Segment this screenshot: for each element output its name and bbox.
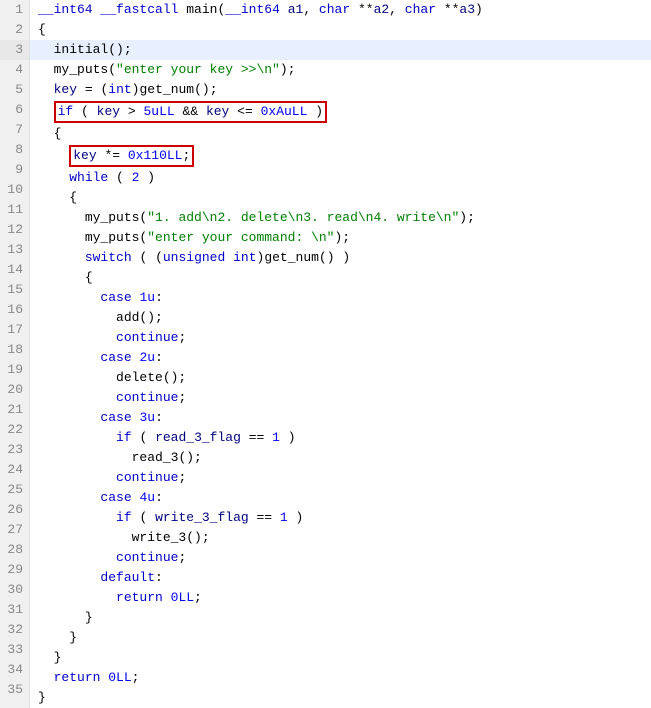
line-num-2: 2 <box>0 20 29 40</box>
code-line-30: return 0LL; <box>30 588 651 608</box>
line-num-33: 33 <box>0 640 29 660</box>
code-line-13: switch ( (unsigned int)get_num() ) <box>30 248 651 268</box>
code-line-9: while ( 2 ) <box>30 168 651 188</box>
line-num-12: 12 <box>0 220 29 240</box>
code-content: __int64 __fastcall main(__int64 a1, char… <box>30 0 651 708</box>
line-num-6: 6 <box>0 100 29 120</box>
code-line-34: return 0LL; <box>30 668 651 688</box>
code-line-23: read_3(); <box>30 448 651 468</box>
line-num-16: 16 <box>0 300 29 320</box>
line-num-27: 27 <box>0 520 29 540</box>
line-num-1: 1 <box>0 0 29 20</box>
line-num-9: 9 <box>0 160 29 180</box>
line-num-18: 18 <box>0 340 29 360</box>
line-num-28: 28 <box>0 540 29 560</box>
code-line-2: { <box>30 20 651 40</box>
code-line-17: continue; <box>30 328 651 348</box>
code-line-8: key *= 0x110LL; <box>30 144 651 168</box>
code-line-10: { <box>30 188 651 208</box>
line-num-22: 22 <box>0 420 29 440</box>
code-line-16: add(); <box>30 308 651 328</box>
line-num-8: 8 <box>0 140 29 160</box>
code-line-6: if ( key > 5uLL && key <= 0xAuLL ) <box>30 100 651 124</box>
code-line-18: case 2u: <box>30 348 651 368</box>
line-num-3: 3 <box>0 40 29 60</box>
line-num-30: 30 <box>0 580 29 600</box>
code-line-27: write_3(); <box>30 528 651 548</box>
code-line-15: case 1u: <box>30 288 651 308</box>
line-num-13: 13 <box>0 240 29 260</box>
line-num-21: 21 <box>0 400 29 420</box>
line-num-31: 31 <box>0 600 29 620</box>
line-num-34: 34 <box>0 660 29 680</box>
code-line-12: my_puts("enter your command: \n"); <box>30 228 651 248</box>
code-line-4: my_puts("enter your key >>\n"); <box>30 60 651 80</box>
line-num-35: 35 <box>0 680 29 700</box>
line-num-23: 23 <box>0 440 29 460</box>
code-line-11: my_puts("1. add\n2. delete\n3. read\n4. … <box>30 208 651 228</box>
code-line-14: { <box>30 268 651 288</box>
code-line-31: } <box>30 608 651 628</box>
code-line-22: if ( read_3_flag == 1 ) <box>30 428 651 448</box>
line-num-26: 26 <box>0 500 29 520</box>
line-num-5: 5 <box>0 80 29 100</box>
code-line-20: continue; <box>30 388 651 408</box>
code-line-32: } <box>30 628 651 648</box>
code-line-28: continue; <box>30 548 651 568</box>
line-num-32: 32 <box>0 620 29 640</box>
line-num-11: 11 <box>0 200 29 220</box>
line-numbers: 1 2 3 4 5 6 7 8 9 10 11 12 13 14 15 16 1… <box>0 0 30 708</box>
code-line-19: delete(); <box>30 368 651 388</box>
line-num-24: 24 <box>0 460 29 480</box>
line-num-20: 20 <box>0 380 29 400</box>
line-num-7: 7 <box>0 120 29 140</box>
code-line-7: { <box>30 124 651 144</box>
line-num-19: 19 <box>0 360 29 380</box>
code-line-3: initial(); <box>30 40 651 60</box>
line-num-14: 14 <box>0 260 29 280</box>
code-line-33: } <box>30 648 651 668</box>
code-line-26: if ( write_3_flag == 1 ) <box>30 508 651 528</box>
code-line-35: } <box>30 688 651 708</box>
code-line-25: case 4u: <box>30 488 651 508</box>
line-num-10: 10 <box>0 180 29 200</box>
line-num-25: 25 <box>0 480 29 500</box>
line-num-4: 4 <box>0 60 29 80</box>
code-line-29: default: <box>30 568 651 588</box>
code-line-24: continue; <box>30 468 651 488</box>
code-line-1: __int64 __fastcall main(__int64 a1, char… <box>30 0 651 20</box>
code-line-5: key = (int)get_num(); <box>30 80 651 100</box>
code-container: 1 2 3 4 5 6 7 8 9 10 11 12 13 14 15 16 1… <box>0 0 651 708</box>
code-line-21: case 3u: <box>30 408 651 428</box>
line-num-15: 15 <box>0 280 29 300</box>
line-num-17: 17 <box>0 320 29 340</box>
line-num-29: 29 <box>0 560 29 580</box>
